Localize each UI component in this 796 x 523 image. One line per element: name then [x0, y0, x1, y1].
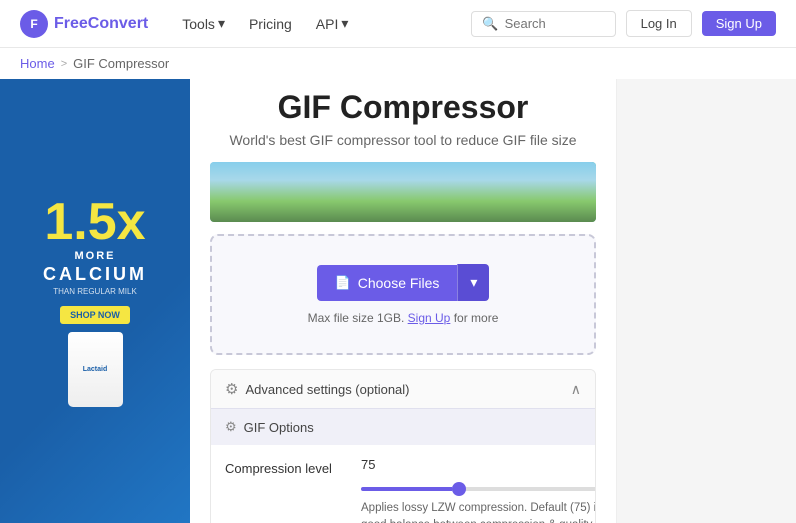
breadcrumb-home[interactable]: Home: [20, 56, 55, 71]
breadcrumb: Home > GIF Compressor: [0, 48, 796, 79]
upload-info: Max file size 1GB. Sign Up for more: [232, 311, 574, 325]
search-input[interactable]: [505, 16, 605, 31]
page-title: GIF Compressor: [210, 89, 596, 126]
header: F FreeConvert Tools ▾ Pricing API ▾ 🔍 Lo…: [0, 0, 796, 48]
advanced-chevron-icon: ∧: [571, 381, 581, 398]
ad-multiplier: 1.5x: [44, 196, 145, 248]
gif-options-label: GIF Options: [244, 420, 314, 435]
api-chevron-icon: ▾: [341, 15, 348, 32]
ad-calcium-text: CALCIUM: [43, 264, 147, 285]
file-icon: 📄: [335, 275, 351, 291]
advanced-settings-header[interactable]: ⚙ Advanced settings (optional) ∧: [211, 370, 595, 408]
banner-advertisement: [210, 162, 596, 222]
signup-link[interactable]: Sign Up: [408, 311, 451, 325]
advanced-header-left: ⚙ Advanced settings (optional): [225, 380, 410, 398]
header-left: F FreeConvert Tools ▾ Pricing API ▾: [20, 9, 358, 38]
header-right: 🔍 Log In Sign Up: [471, 10, 776, 37]
search-box[interactable]: 🔍: [471, 11, 615, 37]
main-layout: 1.5x MORE CALCIUM THAN REGULAR MILK SHOP…: [0, 79, 796, 523]
main-nav: Tools ▾ Pricing API ▾: [172, 9, 358, 38]
logo-icon: F: [20, 10, 48, 38]
main-content: GIF Compressor World's best GIF compress…: [190, 79, 616, 523]
compression-level-row: Compression level 75 Applies lossy LZW c…: [211, 445, 595, 523]
settings-gear-icon: ⚙: [225, 380, 238, 398]
right-advertisement: [616, 79, 796, 523]
ad-milk-carton: Lactaid: [68, 332, 123, 407]
upload-buttons: 📄 Choose Files ▾: [232, 264, 574, 301]
breadcrumb-current: GIF Compressor: [73, 56, 169, 71]
advanced-settings-label: Advanced settings (optional): [245, 382, 409, 397]
ad-more-text: MORE: [75, 250, 116, 262]
banner-image: [210, 162, 596, 222]
ad-subtext: THAN REGULAR MILK: [53, 287, 137, 296]
choose-files-button[interactable]: 📄 Choose Files: [317, 265, 458, 301]
left-advertisement: 1.5x MORE CALCIUM THAN REGULAR MILK SHOP…: [0, 79, 190, 523]
compression-description: Applies lossy LZW compression. Default (…: [361, 500, 596, 523]
tools-chevron-icon: ▾: [218, 15, 225, 32]
advanced-settings-section: ⚙ Advanced settings (optional) ∧ ⚙ GIF O…: [210, 369, 596, 523]
nav-tools[interactable]: Tools ▾: [172, 9, 235, 38]
compression-label: Compression level: [225, 461, 345, 476]
nav-api[interactable]: API ▾: [306, 9, 359, 38]
nav-pricing[interactable]: Pricing: [239, 10, 302, 38]
upload-area[interactable]: 📄 Choose Files ▾ Max file size 1GB. Sign…: [210, 234, 596, 355]
choose-files-dropdown-button[interactable]: ▾: [457, 264, 489, 301]
compression-controls: 75 Applies lossy LZW compression. Defaul…: [361, 457, 596, 523]
slider-value: 75: [361, 457, 596, 472]
search-icon: 🔍: [482, 16, 498, 32]
ad-image: 1.5x MORE CALCIUM THAN REGULAR MILK SHOP…: [0, 79, 190, 523]
signup-button[interactable]: Sign Up: [702, 11, 776, 36]
ad-shop-button[interactable]: SHOP NOW: [60, 306, 130, 324]
logo[interactable]: F FreeConvert: [20, 10, 148, 38]
login-button[interactable]: Log In: [626, 10, 692, 37]
page-subtitle: World's best GIF compressor tool to redu…: [210, 132, 596, 148]
logo-text: FreeConvert: [54, 15, 148, 33]
breadcrumb-separator: >: [61, 58, 67, 70]
gif-options-row: ⚙ GIF Options: [211, 408, 595, 445]
slider-container: [361, 478, 596, 494]
compression-slider[interactable]: [361, 487, 596, 491]
gif-options-gear-icon: ⚙: [225, 419, 237, 435]
